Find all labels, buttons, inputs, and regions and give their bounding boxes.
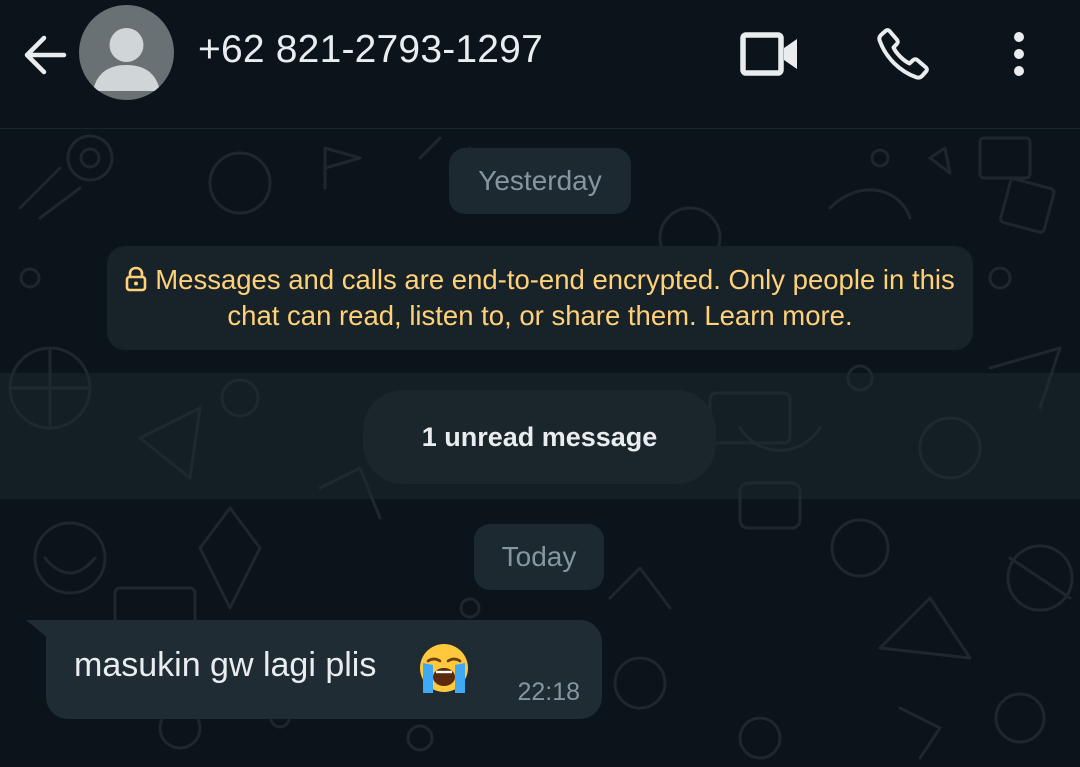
message-bubble-incoming[interactable]: masukin gw lagi plis 22:18 — [46, 620, 602, 719]
lock-icon — [125, 266, 147, 292]
encryption-notice-text: Messages and calls are end-to-end encryp… — [155, 264, 955, 331]
back-button[interactable] — [18, 28, 72, 82]
date-separator-today: Today — [474, 524, 604, 590]
voice-call-button[interactable] — [870, 22, 936, 86]
arrow-back-icon — [24, 35, 67, 75]
encryption-notice[interactable]: Messages and calls are end-to-end encryp… — [107, 246, 973, 350]
more-vert-icon — [1014, 32, 1024, 76]
phone-icon — [877, 28, 929, 80]
contact-name[interactable]: +62 821-2793-1297 — [198, 28, 543, 72]
more-options-button[interactable] — [994, 22, 1044, 86]
message-text: masukin gw lagi plis — [74, 646, 377, 684]
video-call-button[interactable] — [735, 24, 807, 84]
avatar[interactable] — [79, 5, 174, 100]
message-timestamp: 22:18 — [517, 678, 580, 706]
unread-count-label: 1 unread message — [363, 390, 716, 484]
date-separator-yesterday: Yesterday — [449, 148, 631, 214]
default-avatar-icon — [93, 28, 160, 91]
chat-header: +62 821-2793-1297 — [0, 0, 1080, 129]
chat-screen: +62 821-2793-1297 Yesterday Messages and… — [0, 0, 1080, 767]
chat-area[interactable]: Yesterday Messages and calls are end-to-… — [0, 128, 1080, 767]
loudly-crying-face-icon — [420, 644, 468, 693]
video-call-icon — [740, 32, 797, 76]
